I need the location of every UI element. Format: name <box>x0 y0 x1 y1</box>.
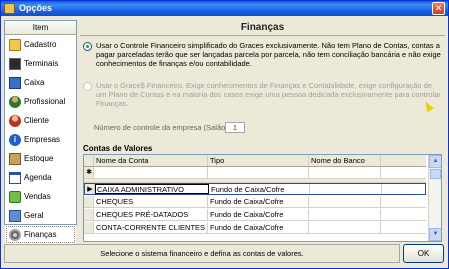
control-number-label: Número de controle da empresa (Salão) <box>94 123 228 132</box>
nav-item-cliente[interactable]: Cliente <box>5 111 76 130</box>
option-simple-label: Usar o Controle Financeiro simplificado … <box>96 41 441 68</box>
table-row[interactable]: CHEQUES PRÉ-DATADOS Fundo de Caixa/Cofre <box>84 209 426 221</box>
nav-item-estoque[interactable]: Estoque <box>5 149 76 168</box>
finance-panel: Finanças Usar o Controle Financeiro simp… <box>80 20 445 243</box>
account-name-cell[interactable]: CHEQUES <box>94 196 208 207</box>
options-window: Opções ✕ Item Cadastro Terminais Caixa P… <box>0 0 449 269</box>
account-type-cell[interactable]: Fundo de Caixa/Cofre <box>209 184 310 194</box>
account-bank-cell[interactable] <box>309 222 381 233</box>
folder-icon <box>9 38 21 51</box>
row-indicator <box>84 196 94 207</box>
row-indicator <box>84 209 94 220</box>
nav-item-cadastro[interactable]: Cadastro <box>5 35 76 54</box>
nav-item-label: Vendas <box>24 192 51 201</box>
control-number-input[interactable]: 1 <box>225 122 245 133</box>
nav-item-caixa[interactable]: Caixa <box>5 73 76 92</box>
account-bank-cell[interactable] <box>309 196 381 207</box>
column-header-bank[interactable]: Nome do Banco <box>309 155 381 166</box>
sales-icon <box>9 190 21 203</box>
new-row-type-cell[interactable] <box>208 167 309 178</box>
account-bank-cell[interactable] <box>310 184 382 194</box>
title-bar: Opções ✕ <box>1 1 448 16</box>
current-row-marker: ▶ <box>85 184 95 194</box>
table-row[interactable]: CHEQUES Fundo de Caixa/Cofre <box>84 196 426 208</box>
person-icon <box>9 95 21 108</box>
nav-item-label: Finanças <box>24 230 57 239</box>
nav-header: Item <box>5 21 76 35</box>
cash-icon <box>9 76 21 89</box>
option-simple-row[interactable]: Usar o Controle Financeiro simplificado … <box>83 41 441 68</box>
accounts-label: Contas de Valores <box>83 144 153 153</box>
option-full-row[interactable]: Usar o Grace$ Financeiro. Exige conhecim… <box>83 81 441 108</box>
client-icon <box>9 114 21 127</box>
scroll-thumb[interactable] <box>430 169 441 179</box>
nav-item-empresas[interactable]: i Empresas <box>5 130 76 149</box>
info-icon: i <box>9 133 21 146</box>
new-row-marker: ✱ <box>84 167 94 178</box>
nav-item-terminais[interactable]: Terminais <box>5 54 76 73</box>
nav-item-label: Caixa <box>24 78 45 87</box>
new-row-name-cell[interactable] <box>94 167 208 178</box>
option-full-label: Usar o Grace$ Financeiro. Exige conhecim… <box>96 81 441 108</box>
window-title: Opções <box>19 3 53 13</box>
nav-item-financas[interactable]: Finanças <box>5 225 76 244</box>
terminal-icon <box>9 57 21 70</box>
nav-item-label: Terminais <box>24 59 59 68</box>
account-type-cell[interactable]: Fundo de Caixa/Cofre <box>208 196 309 207</box>
scroll-up-icon[interactable]: ▲ <box>429 155 441 168</box>
row-indicator <box>84 222 94 233</box>
nav-item-label: Empresas <box>24 135 61 144</box>
column-header-name[interactable]: Nome da Conta <box>94 155 208 166</box>
close-button[interactable]: ✕ <box>432 2 445 15</box>
agenda-icon <box>9 171 21 184</box>
nav-list: Item Cadastro Terminais Caixa Profission… <box>4 20 77 244</box>
finance-icon <box>9 228 21 241</box>
account-type-cell[interactable]: Fundo de Caixa/Cofre <box>208 209 309 220</box>
nav-item-agenda[interactable]: Agenda <box>5 168 76 187</box>
scroll-down-icon[interactable]: ▼ <box>429 228 441 241</box>
status-bar: Selecione o sistema financeiro e defina … <box>4 244 400 263</box>
table-row[interactable]: CONTA-CORRENTE CLIENTES Fundo de Caixa/C… <box>84 222 426 234</box>
account-name-cell[interactable]: CHEQUES PRÉ-DATADOS <box>94 209 208 220</box>
nav-item-profissional[interactable]: Profissional <box>5 92 76 111</box>
nav-item-label: Agenda <box>24 173 52 182</box>
app-icon <box>4 3 15 14</box>
option-simple-radio[interactable] <box>83 42 92 51</box>
panel-title: Finanças <box>80 20 445 36</box>
nav-item-label: Estoque <box>24 154 54 163</box>
column-header-type[interactable]: Tipo <box>208 155 309 166</box>
nav-item-vendas[interactable]: Vendas <box>5 187 76 206</box>
nav-item-label: Cadastro <box>24 40 57 49</box>
table-row[interactable]: ▶ CAIXA ADMINISTRATIVO Fundo de Caixa/Co… <box>84 183 426 195</box>
row-indicator-header <box>84 155 94 166</box>
grid-header-row: Nome da Conta Tipo Nome do Banco <box>84 155 426 167</box>
account-type-cell[interactable]: Fundo de Caixa/Cofre <box>208 222 309 233</box>
accounts-grid: Nome da Conta Tipo Nome do Banco ✱ ▶ CAI… <box>83 154 442 242</box>
nav-item-label: Profissional <box>24 97 66 106</box>
nav-item-label: Cliente <box>24 116 49 125</box>
account-bank-cell[interactable] <box>309 209 381 220</box>
nav-item-label: Geral <box>24 211 44 220</box>
option-full-radio[interactable] <box>83 82 92 91</box>
account-name-cell[interactable]: CONTA-CORRENTE CLIENTES <box>94 222 208 233</box>
general-icon <box>9 209 21 222</box>
account-name-cell[interactable]: CAIXA ADMINISTRATIVO <box>95 184 209 194</box>
ok-button[interactable]: OK <box>403 244 444 263</box>
new-row[interactable]: ✱ <box>84 167 426 179</box>
new-row-bank-cell[interactable] <box>309 167 381 178</box>
box-icon <box>9 152 21 165</box>
grid-scrollbar[interactable]: ▲ ▼ <box>428 155 441 241</box>
nav-item-geral[interactable]: Geral <box>5 206 76 225</box>
